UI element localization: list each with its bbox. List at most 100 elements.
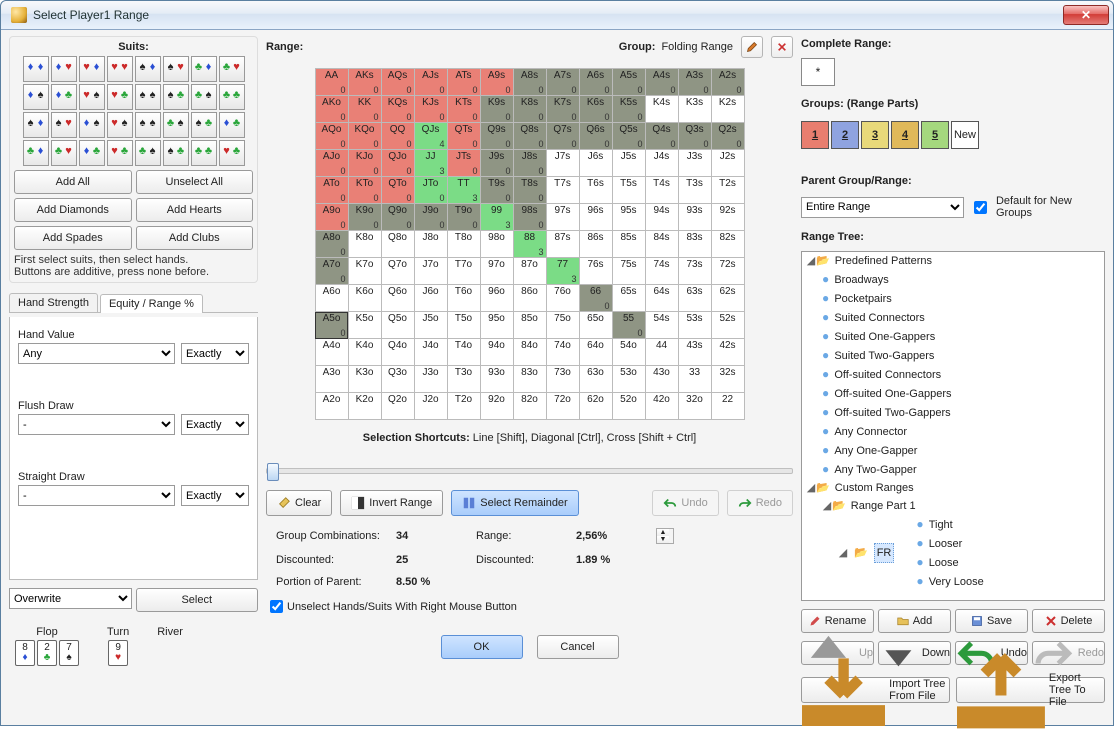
hand-cell[interactable]: 64o xyxy=(579,339,612,366)
hand-cell[interactable]: 83o xyxy=(513,366,546,393)
hand-cell[interactable]: 63s xyxy=(678,285,711,312)
titlebar[interactable]: Select Player1 Range ✕ xyxy=(1,1,1113,30)
range-tree[interactable]: ◢📂 Predefined Patterns● Broadways● Pocke… xyxy=(801,251,1105,601)
hand-cell[interactable]: J4o xyxy=(414,339,447,366)
hand-cell[interactable]: 63o xyxy=(579,366,612,393)
hand-cell[interactable]: ATs0 xyxy=(447,69,480,96)
clear-button[interactable]: Clear xyxy=(266,490,332,516)
hand-cell[interactable]: 95s xyxy=(612,204,645,231)
export-tree-button[interactable]: Export Tree To File xyxy=(956,677,1105,703)
hand-cell[interactable]: AA0 xyxy=(315,69,348,96)
hand-cell[interactable]: AQs0 xyxy=(381,69,414,96)
hand-cell[interactable]: 96s xyxy=(579,204,612,231)
hand-cell[interactable]: T5s xyxy=(612,177,645,204)
hand-cell[interactable]: T6o xyxy=(447,285,480,312)
suit-tile[interactable]: ♥♠ xyxy=(107,112,133,138)
hand-cell[interactable]: J8o xyxy=(414,231,447,258)
hand-cell[interactable]: K2s xyxy=(711,96,744,123)
hand-cell[interactable]: KQs0 xyxy=(381,96,414,123)
hand-cell[interactable]: K7o xyxy=(348,258,381,285)
hand-cell[interactable]: 76o xyxy=(546,285,579,312)
hand-cell[interactable]: Q9s0 xyxy=(480,123,513,150)
hand-cell[interactable]: Q3s0 xyxy=(678,123,711,150)
tree-item[interactable]: ● Suited Connectors xyxy=(822,308,1104,327)
hand-cell[interactable]: 76s xyxy=(579,258,612,285)
hand-cell[interactable]: 550 xyxy=(612,312,645,339)
hand-cell[interactable]: KTs0 xyxy=(447,96,480,123)
edit-group-button[interactable] xyxy=(741,36,763,58)
suit-tile[interactable]: ♣♦ xyxy=(191,56,217,82)
hand-cell[interactable]: T4o xyxy=(447,339,480,366)
hand-cell[interactable]: 74o xyxy=(546,339,579,366)
hand-cell[interactable]: Q4s0 xyxy=(645,123,678,150)
save-button[interactable]: Save xyxy=(955,609,1028,633)
ok-button[interactable]: OK xyxy=(441,635,523,659)
tree-item[interactable]: ● Very Loose xyxy=(916,572,985,591)
add-all-button[interactable]: Add All xyxy=(14,170,132,194)
suit-tile[interactable]: ♦♠ xyxy=(79,112,105,138)
hand-cell[interactable]: K6s0 xyxy=(579,96,612,123)
suits-grid[interactable]: ♦♦♦♥♥♦♥♥♠♦♠♥♣♦♣♥♦♠♦♣♥♠♥♣♠♠♠♣♣♠♣♣♠♦♠♥♦♠♥♠… xyxy=(14,56,253,166)
hand-cell[interactable]: 96o xyxy=(480,285,513,312)
tree-item[interactable]: ● Suited Two-Gappers xyxy=(822,346,1104,365)
board-card[interactable]: 2♣ xyxy=(37,640,57,666)
hand-cell[interactable]: 94s xyxy=(645,204,678,231)
hand-cell[interactable]: KK0 xyxy=(348,96,381,123)
hand-cell[interactable]: 87o xyxy=(513,258,546,285)
hand-cell[interactable]: A8s0 xyxy=(513,69,546,96)
suit-tile[interactable]: ♣♠ xyxy=(163,112,189,138)
hand-cell[interactable]: Q8s0 xyxy=(513,123,546,150)
hand-cell[interactable]: 44 xyxy=(645,339,678,366)
hand-cell[interactable]: K3o xyxy=(348,366,381,393)
flush-draw-select[interactable]: - xyxy=(18,414,175,435)
hand-cell[interactable]: T9o0 xyxy=(447,204,480,231)
hand-cell[interactable]: 75s xyxy=(612,258,645,285)
hand-cell[interactable]: 92s xyxy=(711,204,744,231)
hand-cell[interactable]: 87s xyxy=(546,231,579,258)
tree-folder[interactable]: ◢📂 Range Part 1◢📂 FR● Tight● Looser● Loo… xyxy=(822,497,1104,601)
suit-tile[interactable]: ♣♥ xyxy=(51,140,77,166)
hand-cell[interactable]: A4o xyxy=(315,339,348,366)
group-chip[interactable]: 4 xyxy=(891,121,919,149)
hand-cell[interactable]: AKs0 xyxy=(348,69,381,96)
add-diamonds-button[interactable]: Add Diamonds xyxy=(14,198,132,222)
hand-cell[interactable]: T5o xyxy=(447,312,480,339)
hand-value-mode-select[interactable]: Exactly xyxy=(181,343,249,364)
overwrite-select[interactable]: Overwrite xyxy=(9,588,132,609)
tree-item[interactable]: ● Off-suited One-Gappers xyxy=(822,384,1104,403)
parent-group-select[interactable]: Entire Range xyxy=(801,197,964,218)
tree-item[interactable]: ● Any Connector xyxy=(822,422,1104,441)
select-remainder-button[interactable]: Select Remainder xyxy=(451,490,578,516)
hand-cell[interactable]: 32o xyxy=(678,393,711,420)
hand-cell[interactable]: K4s xyxy=(645,96,678,123)
hand-cell[interactable]: K8s0 xyxy=(513,96,546,123)
group-chip[interactable]: 5 xyxy=(921,121,949,149)
select-button[interactable]: Select xyxy=(136,588,259,612)
hand-cell[interactable]: 22 xyxy=(711,393,744,420)
straight-draw-select[interactable]: - xyxy=(18,485,175,506)
hand-cell[interactable]: Q2o xyxy=(381,393,414,420)
hand-cell[interactable]: 86o xyxy=(513,285,546,312)
hand-cell[interactable]: 32s xyxy=(711,366,744,393)
complete-range-value[interactable]: * xyxy=(801,58,835,86)
hand-cell[interactable]: J5s xyxy=(612,150,645,177)
hand-cell[interactable]: 52s xyxy=(711,312,744,339)
window-close-button[interactable]: ✕ xyxy=(1063,5,1109,25)
hand-cell[interactable]: 65s xyxy=(612,285,645,312)
hand-value-select[interactable]: Any xyxy=(18,343,175,364)
hand-cell[interactable]: 54s xyxy=(645,312,678,339)
hand-cell[interactable]: Q4o xyxy=(381,339,414,366)
hand-cell[interactable]: Q7o xyxy=(381,258,414,285)
hand-cell[interactable]: QJo0 xyxy=(381,150,414,177)
hand-cell[interactable]: 97o xyxy=(480,258,513,285)
import-tree-button[interactable]: Import Tree From File xyxy=(801,677,950,703)
add-spades-button[interactable]: Add Spades xyxy=(14,226,132,250)
tree-item[interactable]: ● Any One-Gapper xyxy=(822,441,1104,460)
hand-grid[interactable]: AA0AKs0AQs0AJs0ATs0A9s0A8s0A7s0A6s0A5s0A… xyxy=(315,68,745,420)
suit-tile[interactable]: ♣♦ xyxy=(23,140,49,166)
hand-cell[interactable]: A8o0 xyxy=(315,231,348,258)
hand-cell[interactable]: Q9o0 xyxy=(381,204,414,231)
hand-cell[interactable]: T3s xyxy=(678,177,711,204)
hand-cell[interactable]: Q3o xyxy=(381,366,414,393)
down-button[interactable]: Down xyxy=(878,641,951,665)
